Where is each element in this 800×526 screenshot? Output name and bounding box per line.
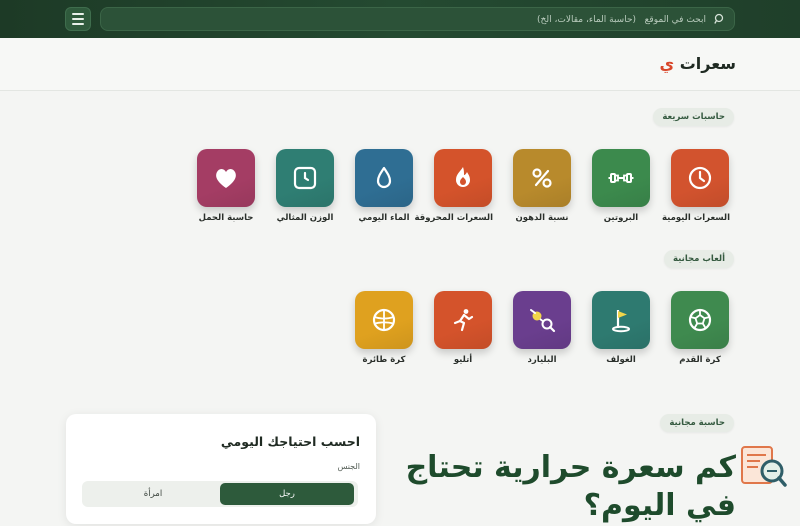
game-tile-button[interactable] <box>434 291 492 349</box>
dumbbell-icon <box>608 173 634 183</box>
calculator-tile[interactable]: السعرات المحروقة <box>414 149 493 223</box>
calculator-tile-label: السعرات المحروقة <box>414 213 493 223</box>
flame-icon <box>456 167 470 187</box>
calculator-tile[interactable]: الماء اليومي <box>354 149 414 223</box>
gender-selector: رجل امرأة <box>82 481 358 507</box>
golf-flag-icon <box>612 310 630 333</box>
calculator-tile[interactable]: حاسبة الحمل <box>196 149 256 223</box>
calculator-tile-label: السعرات اليومية <box>661 213 730 223</box>
calculator-tile-button[interactable] <box>592 149 650 207</box>
percent-icon <box>532 168 552 188</box>
form-title: احسب احتياجك اليومي <box>220 434 360 449</box>
search-box <box>100 7 735 32</box>
calculator-tile-label: الوزن المثالي <box>276 213 334 223</box>
game-tile[interactable]: الغولف <box>591 291 651 365</box>
game-tile-button[interactable] <box>355 291 413 349</box>
game-tile[interactable]: كرة طائرة <box>354 291 414 365</box>
calculator-tile-button[interactable] <box>276 149 334 207</box>
calculator-tile[interactable]: البروتين <box>591 149 651 223</box>
calculator-tile-button[interactable] <box>197 149 255 207</box>
site-header: سعرات ي <box>0 38 800 91</box>
game-tile-button[interactable] <box>592 291 650 349</box>
calculator-tile-label: الماء اليومي <box>358 213 410 223</box>
menu-icon <box>72 13 84 15</box>
game-tile-button[interactable] <box>671 291 729 349</box>
game-tile-label: البليارد <box>527 355 557 365</box>
calculator-tile-label: نسبة الدهون <box>515 213 569 223</box>
game-tile[interactable]: أتليو <box>433 291 493 365</box>
menu-button[interactable] <box>65 7 91 31</box>
water-drop-icon <box>376 166 392 189</box>
game-tile[interactable]: كرة القدم <box>670 291 730 365</box>
daily-needs-form-card: احسب احتياجك اليومي الجنس رجل امرأة <box>66 414 376 524</box>
logo-text: سعرات <box>679 54 736 73</box>
game-tile-label: كرة طائرة <box>362 355 406 365</box>
calculator-tile[interactable]: الوزن المثالي <box>275 149 335 223</box>
billiard-icon <box>530 309 556 333</box>
game-tile[interactable]: البليارد <box>512 291 572 365</box>
heart-icon <box>216 169 236 188</box>
search-icon[interactable] <box>714 13 726 25</box>
calculator-tile-label: البروتين <box>603 213 639 223</box>
gender-female-option[interactable]: امرأة <box>86 483 220 505</box>
game-tile-label: أتليو <box>453 355 473 365</box>
clock-icon <box>688 166 712 190</box>
section-tag-free-games: ألعاب مجانية <box>664 250 734 268</box>
volleyball-icon <box>372 308 396 332</box>
search-input[interactable] <box>144 8 708 32</box>
calculator-tile-button[interactable] <box>671 149 729 207</box>
site-logo[interactable]: سعرات ي <box>659 54 736 73</box>
section-tag-free-calculator: حاسبة مجانية <box>660 414 734 432</box>
hero-heading-line2: في اليوم؟ <box>583 488 736 523</box>
soccer-ball-icon <box>688 308 712 332</box>
logo-accent: ي <box>659 54 675 73</box>
clock-square-icon <box>293 166 317 190</box>
hero-heading: كم سعرة حرارية تحتاج <box>405 450 736 485</box>
runner-icon <box>453 309 474 332</box>
floating-search-widget[interactable] <box>740 446 788 488</box>
calculator-tile-button[interactable] <box>434 149 492 207</box>
calculator-tile-button[interactable] <box>513 149 571 207</box>
section-tag-quick-calculators: حاسبات سريعة <box>653 108 734 126</box>
game-tile-label: الغولف <box>606 355 636 365</box>
top-bar <box>0 0 800 38</box>
gender-male-option[interactable]: رجل <box>220 483 354 505</box>
calculator-tile-label: حاسبة الحمل <box>198 213 254 223</box>
game-tile-label: كرة القدم <box>679 355 721 365</box>
gender-label: الجنس <box>337 462 360 471</box>
calculator-tile[interactable]: السعرات اليومية <box>661 149 730 223</box>
calculator-tile-button[interactable] <box>355 149 413 207</box>
document-search-icon <box>741 446 787 487</box>
calculator-tile[interactable]: نسبة الدهون <box>512 149 572 223</box>
game-tile-button[interactable] <box>513 291 571 349</box>
